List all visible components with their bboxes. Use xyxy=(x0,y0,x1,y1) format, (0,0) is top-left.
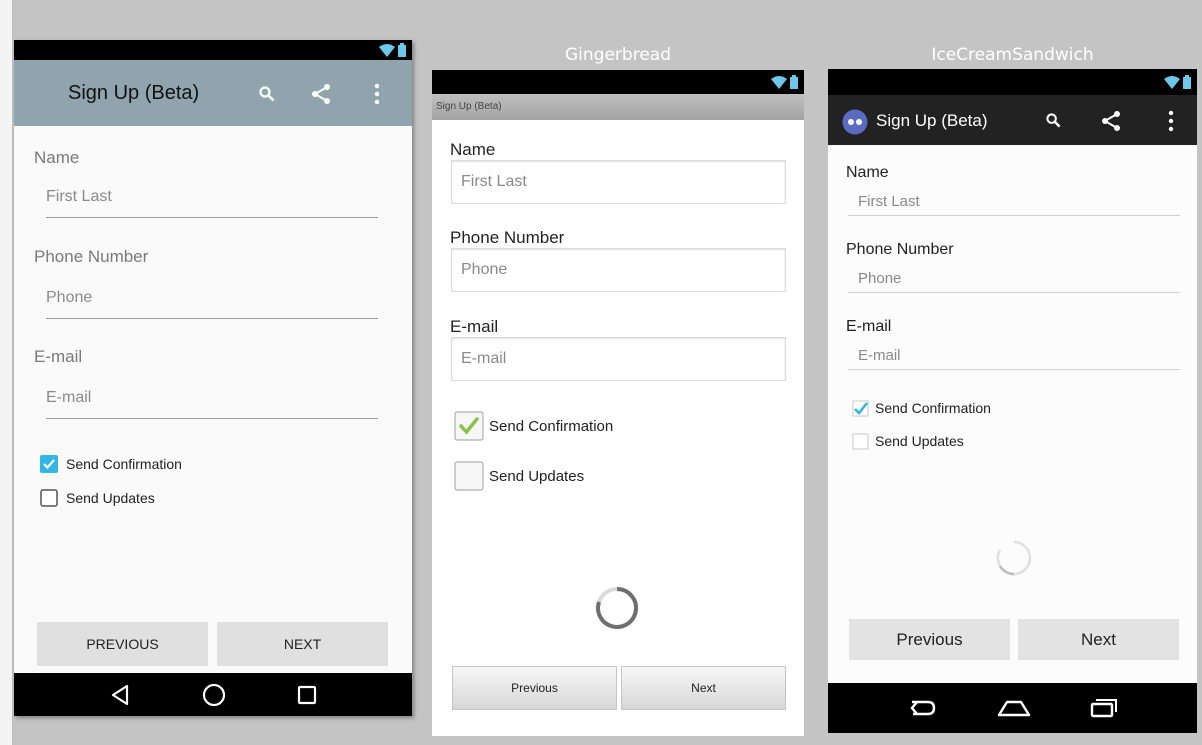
toolbar: Sign Up (Beta) xyxy=(14,60,412,126)
name-input[interactable]: First Last xyxy=(858,193,1178,210)
action-bar: Sign Up (Beta) xyxy=(828,95,1197,145)
name-input-underline xyxy=(46,217,378,218)
next-button[interactable]: Next xyxy=(1018,619,1179,660)
name-placeholder: First Last xyxy=(461,173,527,190)
name-input[interactable]: First Last xyxy=(451,160,786,204)
share-icon[interactable] xyxy=(1100,111,1122,131)
name-label: Name xyxy=(450,140,496,159)
name-label: Name xyxy=(34,148,80,167)
next-button[interactable]: Next xyxy=(621,666,786,710)
search-icon[interactable] xyxy=(259,86,275,102)
send-updates-checkbox[interactable]: Send Updates xyxy=(852,431,964,451)
email-input[interactable]: E-mail xyxy=(451,337,786,381)
recents-icon[interactable] xyxy=(297,685,317,705)
checkbox-unchecked-icon xyxy=(852,433,869,449)
email-placeholder: E-mail xyxy=(461,350,507,367)
back-icon[interactable] xyxy=(109,684,131,706)
phone-input-underline xyxy=(46,318,378,319)
checkbox-unchecked-icon xyxy=(40,489,58,507)
status-bar xyxy=(14,40,412,60)
gingerbread-caption: Gingerbread xyxy=(565,45,671,65)
checkbox-checked-icon xyxy=(454,411,484,441)
name-input-underline xyxy=(848,215,1180,216)
send-updates-label: Send Updates xyxy=(875,433,964,449)
phone-label: Phone Number xyxy=(846,241,954,258)
ics-caption: IceCreamSandwich xyxy=(931,45,1094,65)
email-input-underline xyxy=(848,369,1180,370)
loading-spinner xyxy=(596,587,638,629)
next-button[interactable]: NEXT xyxy=(217,622,388,666)
navigation-bar xyxy=(14,673,412,716)
navigation-bar xyxy=(828,683,1197,733)
search-icon[interactable] xyxy=(1046,113,1061,128)
overflow-menu-icon[interactable] xyxy=(374,83,380,105)
wifi-icon xyxy=(1164,75,1180,89)
share-icon[interactable] xyxy=(310,84,332,104)
name-input[interactable]: First Last xyxy=(46,188,376,206)
battery-icon xyxy=(790,75,798,89)
home-icon[interactable] xyxy=(997,699,1031,717)
phone-input[interactable]: Phone xyxy=(451,248,786,292)
send-confirmation-label: Send Confirmation xyxy=(875,400,991,416)
send-confirmation-label: Send Confirmation xyxy=(66,456,182,472)
overflow-menu-icon[interactable] xyxy=(1168,110,1174,132)
action-bar-title: Sign Up (Beta) xyxy=(876,111,988,130)
email-label: E-mail xyxy=(846,318,892,335)
send-updates-checkbox[interactable]: Send Updates xyxy=(40,488,155,508)
send-confirmation-label: Send Confirmation xyxy=(489,417,614,435)
send-confirmation-checkbox[interactable]: Send Confirmation xyxy=(40,454,182,474)
email-label: E-mail xyxy=(450,317,499,336)
recents-icon[interactable] xyxy=(1090,698,1118,718)
status-bar xyxy=(828,69,1197,95)
status-bar xyxy=(432,70,804,94)
previous-button[interactable]: PREVIOUS xyxy=(37,622,208,666)
home-icon[interactable] xyxy=(202,683,226,707)
phone-input[interactable]: Phone xyxy=(858,270,1178,287)
title-bar: Sign Up (Beta) xyxy=(432,94,804,120)
window-edge xyxy=(0,0,13,745)
title-bar-text: Sign Up (Beta) xyxy=(436,101,502,112)
toolbar-title: Sign Up (Beta) xyxy=(68,82,200,104)
wifi-icon xyxy=(379,43,395,57)
phone-input-underline xyxy=(848,292,1180,293)
send-updates-label: Send Updates xyxy=(489,467,585,485)
battery-icon xyxy=(398,43,406,57)
gingerbread-phone: Sign Up (Beta) Name First Last Phone Num… xyxy=(432,70,804,736)
phone-label: Phone Number xyxy=(450,228,565,247)
checkbox-checked-icon xyxy=(40,455,58,473)
battery-icon xyxy=(1183,75,1191,89)
app-icon xyxy=(842,109,868,135)
lollipop-phone: Sign Up (Beta) Name First Last Phone Num… xyxy=(14,40,412,716)
checkbox-unchecked-icon xyxy=(454,461,484,491)
phone-label: Phone Number xyxy=(34,247,149,266)
email-label: E-mail xyxy=(34,347,83,366)
previous-button[interactable]: Previous xyxy=(452,666,617,710)
phone-placeholder: Phone xyxy=(461,261,508,278)
ics-phone: Sign Up (Beta) Name First Last Phone Num… xyxy=(828,69,1197,733)
email-input-underline xyxy=(46,418,378,419)
send-updates-label: Send Updates xyxy=(66,490,155,506)
send-confirmation-checkbox[interactable]: Send Confirmation xyxy=(454,411,613,441)
wifi-icon xyxy=(771,75,787,89)
name-label: Name xyxy=(846,164,889,181)
previous-button[interactable]: Previous xyxy=(849,619,1010,660)
back-icon[interactable] xyxy=(908,699,938,717)
send-confirmation-checkbox[interactable]: Send Confirmation xyxy=(852,398,991,418)
phone-input[interactable]: Phone xyxy=(46,289,376,307)
loading-spinner xyxy=(996,540,1032,576)
email-input[interactable]: E-mail xyxy=(858,347,1178,364)
checkbox-checked-icon xyxy=(852,400,869,416)
email-input[interactable]: E-mail xyxy=(46,389,376,407)
send-updates-checkbox[interactable]: Send Updates xyxy=(454,461,584,491)
